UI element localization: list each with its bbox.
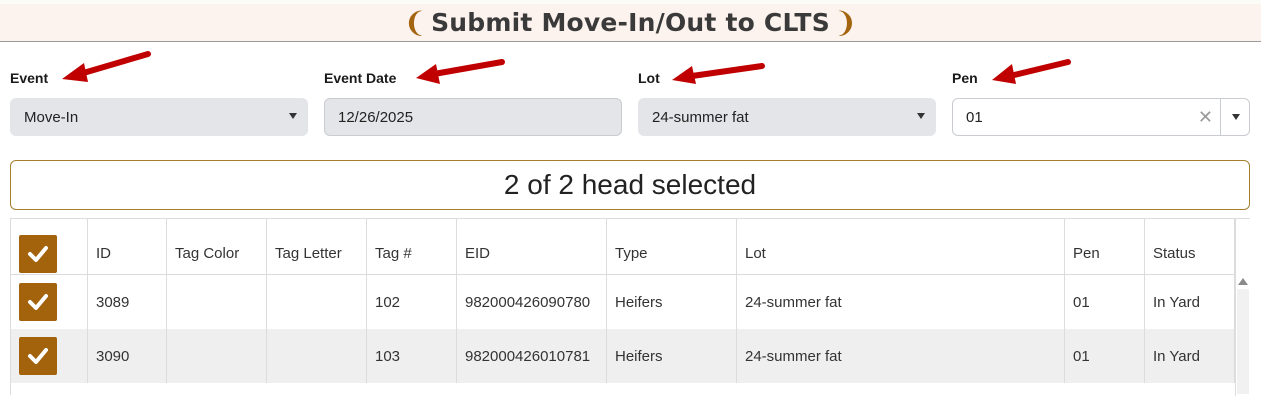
scrollbar-thumb[interactable] [1237,289,1249,394]
row-select-cell [11,329,88,383]
arrow-annotation-icon [992,59,1071,84]
title-bracket-left: ❨ [403,6,428,39]
cell-id: 3090 [88,329,167,383]
cell-pen: 01 [1065,329,1145,383]
column-header-eid[interactable]: EID [457,219,607,274]
chevron-down-icon [289,113,297,119]
column-header-tag-color[interactable]: Tag Color [167,219,267,274]
arrow-annotation-icon [416,59,505,84]
check-icon [28,245,48,262]
event-label: Event [10,70,49,86]
selection-summary: 2 of 2 head selected [10,160,1250,210]
cattle-grid: ID Tag Color Tag Letter Tag # EID Type L… [10,218,1251,396]
event-select-value: Move-In [24,108,79,126]
column-header-status[interactable]: Status [1145,219,1235,274]
cell-tag-color [167,275,267,329]
event-date-input[interactable]: 12/26/2025 [324,98,622,136]
arrow-annotation-icon [62,51,151,82]
lot-select[interactable]: 24-summer fat [638,98,936,136]
column-header-id[interactable]: ID [88,219,167,274]
cell-tag-num: 103 [367,329,457,383]
pen-select-divider [1220,99,1221,135]
event-select[interactable]: Move-In [10,98,308,136]
chevron-down-icon [917,113,925,119]
close-icon[interactable]: ✕ [1198,107,1213,128]
event-date-label: Event Date [324,70,397,86]
lot-label: Lot [638,70,660,86]
cell-tag-letter [267,329,367,383]
pen-select[interactable]: 01 ✕ [952,98,1250,136]
cell-lot: 24-summer fat [737,329,1065,383]
arrow-annotation-icon [672,63,765,84]
cell-status: In Yard [1145,275,1235,329]
table-row[interactable]: 3089 102 982000426090780 Heifers 24-summ… [11,275,1235,329]
page-title-text: Submit Move-In/Out to CLTS [431,8,830,37]
chevron-down-icon[interactable] [1232,114,1240,120]
row-select-cell [11,275,88,329]
select-all-checkbox[interactable] [19,234,57,273]
cell-pen: 01 [1065,275,1145,329]
cell-tag-color [167,329,267,383]
cell-status: In Yard [1145,329,1235,383]
row-checkbox[interactable] [19,337,57,375]
column-header-tag-num[interactable]: Tag # [367,219,457,274]
check-icon [28,294,48,310]
grid-header: ID Tag Color Tag Letter Tag # EID Type L… [11,219,1235,275]
pen-select-value: 01 [966,108,983,126]
title-wrap: ❨ Submit Move-In/Out to CLTS ❩ [0,6,1261,39]
title-bracket-right: ❩ [833,6,858,39]
pen-label: Pen [952,70,978,86]
event-date-value: 12/26/2025 [338,108,414,126]
cell-eid: 982000426090780 [457,275,607,329]
column-header-lot[interactable]: Lot [737,219,1065,274]
cell-tag-letter [267,275,367,329]
title-bar: ❨ Submit Move-In/Out to CLTS ❩ [0,0,1261,42]
page-title: ❨ Submit Move-In/Out to CLTS ❩ [403,6,857,39]
cell-eid: 982000426010781 [457,329,607,383]
column-header-tag-letter[interactable]: Tag Letter [267,219,367,274]
cell-id: 3089 [88,275,167,329]
table-row[interactable]: 3090 103 982000426010781 Heifers 24-summ… [11,329,1235,383]
cell-lot: 24-summer fat [737,275,1065,329]
lot-select-value: 24-summer fat [652,108,749,126]
row-checkbox[interactable] [19,283,57,321]
column-header-pen[interactable]: Pen [1065,219,1145,274]
cell-type: Heifers [607,275,737,329]
cell-type: Heifers [607,329,737,383]
check-icon [28,348,48,364]
cell-tag-num: 102 [367,275,457,329]
select-all-cell [11,219,88,274]
scroll-up-icon[interactable] [1238,278,1248,285]
column-header-type[interactable]: Type [607,219,737,274]
